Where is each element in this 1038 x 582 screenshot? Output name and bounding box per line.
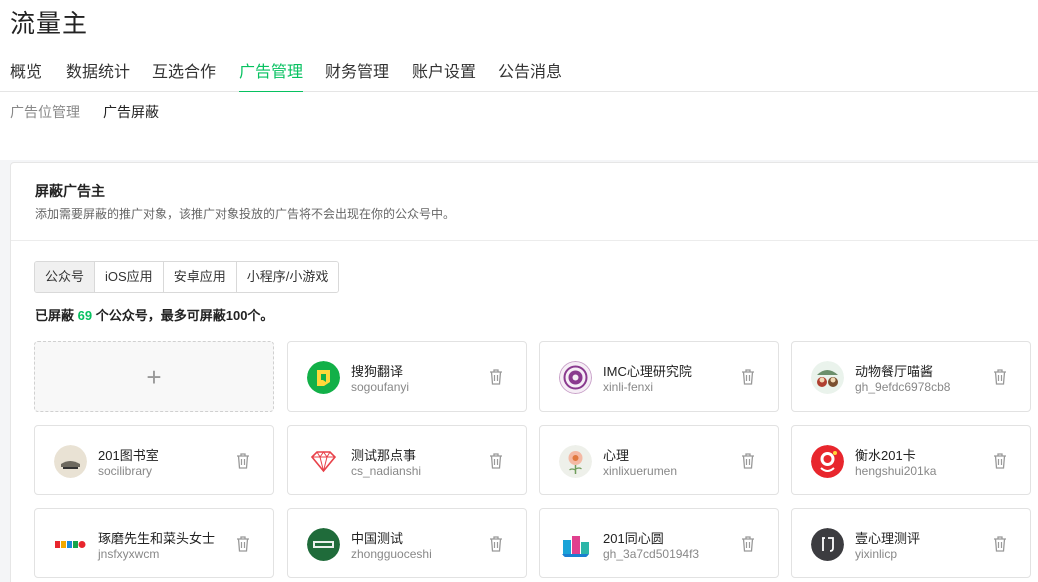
panel-title: 屏蔽广告主 bbox=[35, 183, 105, 199]
blocked-account-card: 中国测试 zhongguoceshi bbox=[287, 508, 527, 578]
blocked-count-suffix: 个公众号，最多可屏蔽100个。 bbox=[95, 308, 274, 323]
blocked-account-card: 动物餐厅喵酱 gh_9efdc6978cb8 bbox=[791, 341, 1031, 412]
account-handle: socilibrary bbox=[98, 464, 153, 478]
block-advertiser-panel: 屏蔽广告主 添加需要屏蔽的推广对象，该推广对象投放的广告将不会出现在你的公众号中… bbox=[10, 162, 1038, 582]
trash-icon[interactable] bbox=[488, 535, 504, 553]
panel-header: 屏蔽广告主 添加需要屏蔽的推广对象，该推广对象投放的广告将不会出现在你的公众号中… bbox=[11, 163, 1038, 241]
account-handle: cs_nadianshi bbox=[351, 464, 422, 478]
trash-icon[interactable] bbox=[488, 368, 504, 386]
target-type-tabs: 公众号 iOS应用 安卓应用 小程序/小游戏 bbox=[34, 261, 340, 293]
subnav-ad-blocking[interactable]: 广告屏蔽 bbox=[103, 102, 159, 122]
blocked-count-number: 69 bbox=[77, 308, 93, 323]
account-name: 搜狗翻译 bbox=[351, 364, 404, 379]
account-name: IMC心理研究院 bbox=[603, 364, 692, 379]
imc-logo-icon bbox=[559, 361, 592, 394]
hengshui-logo-icon bbox=[811, 445, 844, 478]
blocked-account-card: 衡水201卡 hengshui201ka bbox=[791, 425, 1031, 495]
sub-nav: 广告位管理 广告屏蔽 bbox=[0, 92, 1038, 160]
account-name: 动物餐厅喵酱 bbox=[855, 364, 934, 379]
china-test-logo-icon bbox=[307, 528, 340, 561]
account-handle: hengshui201ka bbox=[855, 464, 937, 478]
blocked-account-card: 搜狗翻译 sogoufanyi bbox=[287, 341, 527, 412]
radio-logo-icon bbox=[54, 528, 87, 561]
account-handle: jnsfxyxwcm bbox=[98, 547, 160, 561]
account-handle: yixinlicp bbox=[855, 547, 898, 561]
flower-logo-icon bbox=[559, 445, 592, 478]
blocked-count-prefix: 已屏蔽 bbox=[35, 308, 75, 323]
nav-tab-account-settings[interactable]: 账户设置 bbox=[412, 58, 476, 92]
nav-tab-overview[interactable]: 概览 bbox=[10, 58, 42, 92]
trash-icon[interactable] bbox=[740, 535, 756, 553]
tab-android-app[interactable]: 安卓应用 bbox=[163, 262, 237, 292]
nav-tab-announcements[interactable]: 公告消息 bbox=[498, 58, 562, 92]
trash-icon[interactable] bbox=[740, 452, 756, 470]
trash-icon[interactable] bbox=[992, 368, 1008, 386]
diamond-logo-icon bbox=[307, 445, 340, 478]
blocked-count-line: 已屏蔽 69 个公众号，最多可屏蔽100个。 bbox=[35, 305, 273, 324]
tab-ios-app[interactable]: iOS应用 bbox=[95, 262, 164, 292]
top-header: 流量主 概览 数据统计 互选合作 广告管理 财务管理 账户设置 公告消息 bbox=[0, 0, 1038, 93]
library-logo-icon bbox=[54, 445, 87, 478]
app-title: 流量主 bbox=[10, 10, 89, 38]
trash-icon[interactable] bbox=[992, 452, 1008, 470]
blocked-account-card: 201图书室 socilibrary bbox=[34, 425, 274, 495]
account-handle: xinli-fenxi bbox=[603, 380, 654, 394]
trash-icon[interactable] bbox=[740, 368, 756, 386]
blocked-account-card: IMC心理研究院 xinli-fenxi bbox=[539, 341, 779, 412]
add-blocked-account-button[interactable]: + bbox=[34, 341, 274, 412]
account-handle: zhongguoceshi bbox=[351, 547, 432, 561]
tongxinyuan-logo-icon bbox=[559, 528, 592, 561]
account-name: 琢磨先生和菜头女士 bbox=[98, 531, 216, 546]
tab-mini-program[interactable]: 小程序/小游戏 bbox=[236, 262, 339, 292]
account-name: 201图书室 bbox=[98, 448, 159, 463]
yixinli-logo-icon bbox=[811, 528, 844, 561]
trash-icon[interactable] bbox=[235, 535, 251, 553]
blocked-account-card: 心理 xinlixuerumen bbox=[539, 425, 779, 495]
nav-tab-mutual-cooperation[interactable]: 互选合作 bbox=[152, 58, 216, 92]
nav-tab-statistics[interactable]: 数据统计 bbox=[66, 58, 130, 92]
blocked-account-card: 测试那点事 cs_nadianshi bbox=[287, 425, 527, 495]
account-name: 衡水201卡 bbox=[855, 448, 916, 463]
account-handle: sogoufanyi bbox=[351, 380, 410, 394]
blocked-account-card: 壹心理测评 yixinlicp bbox=[791, 508, 1031, 578]
blocked-account-card: 琢磨先生和菜头女士 jnsfxyxwcm bbox=[34, 508, 274, 578]
account-handle: gh_9efdc6978cb8 bbox=[855, 380, 951, 394]
account-name: 壹心理测评 bbox=[855, 531, 921, 546]
trash-icon[interactable] bbox=[235, 452, 251, 470]
trash-icon[interactable] bbox=[488, 452, 504, 470]
nav-tab-finance[interactable]: 财务管理 bbox=[325, 58, 389, 92]
account-name: 中国测试 bbox=[351, 531, 404, 546]
panel-description: 添加需要屏蔽的推广对象，该推广对象投放的广告将不会出现在你的公众号中。 bbox=[35, 207, 456, 221]
account-name: 201同心圆 bbox=[603, 531, 664, 546]
account-handle: gh_3a7cd50194f3 bbox=[603, 547, 700, 561]
subnav-ad-slot-management[interactable]: 广告位管理 bbox=[10, 102, 80, 122]
trash-icon[interactable] bbox=[992, 535, 1008, 553]
cat-restaurant-logo-icon bbox=[811, 361, 844, 394]
account-name: 测试那点事 bbox=[351, 448, 417, 463]
account-name: 心理 bbox=[603, 448, 630, 463]
tab-official-account[interactable]: 公众号 bbox=[35, 262, 96, 292]
plus-icon: + bbox=[146, 362, 162, 392]
account-handle: xinlixuerumen bbox=[603, 464, 678, 478]
blocked-account-card: 201同心圆 gh_3a7cd50194f3 bbox=[539, 508, 779, 578]
nav-tab-ad-management[interactable]: 广告管理 bbox=[239, 58, 304, 93]
sogou-translate-logo-icon bbox=[307, 361, 340, 394]
